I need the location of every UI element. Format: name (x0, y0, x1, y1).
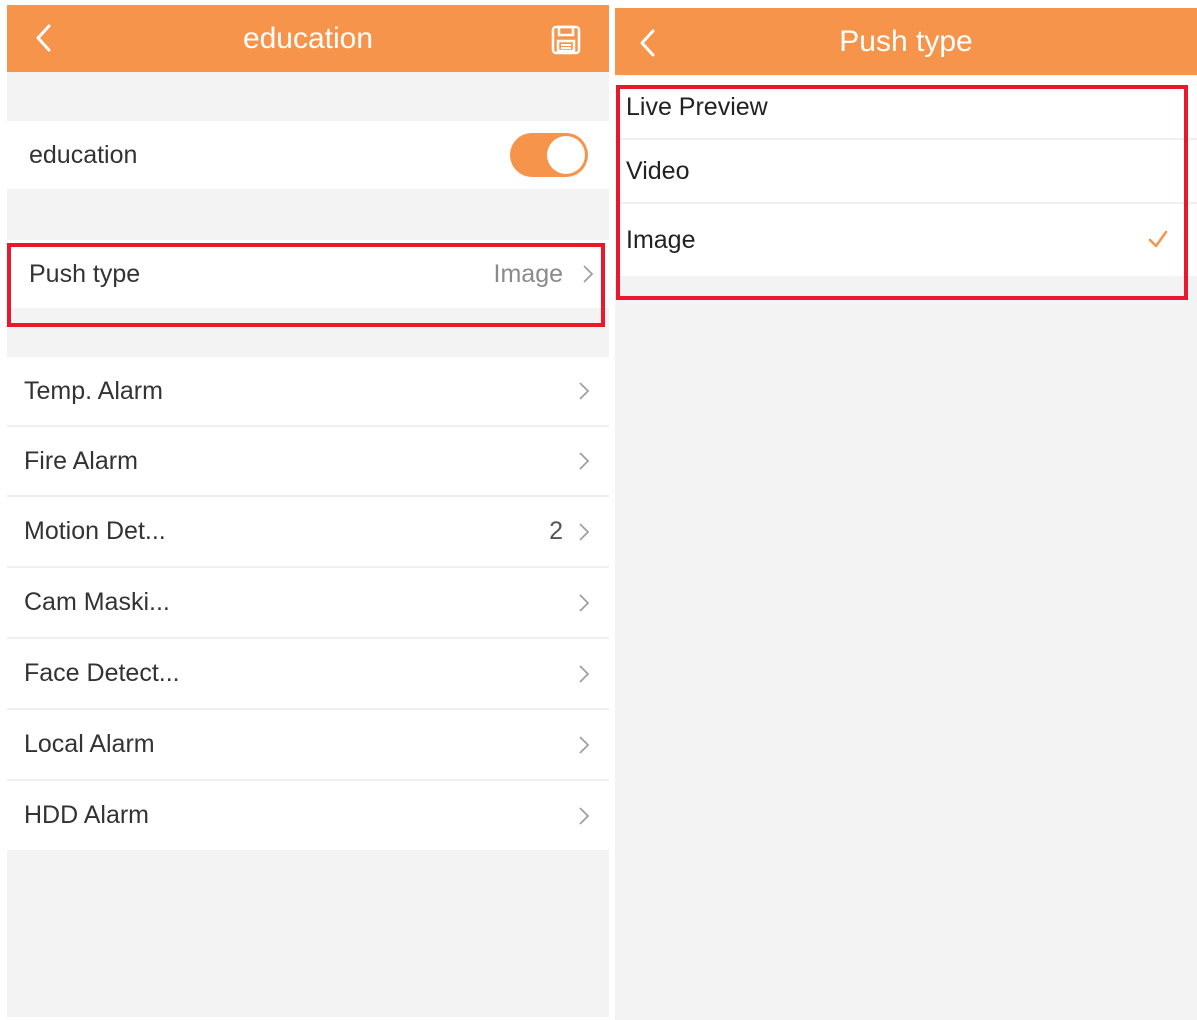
alarm-item-label: Motion Det... (24, 517, 166, 545)
checkmark-icon (1148, 230, 1168, 248)
option-row[interactable]: Image (615, 204, 1197, 276)
list-item[interactable]: Fire Alarm (7, 427, 609, 495)
option-label: Video (626, 156, 690, 185)
option-label: Image (626, 225, 696, 254)
list-item[interactable]: Cam Maski... (7, 568, 609, 637)
header-bar: education (7, 5, 609, 72)
education-toggle-row: education (7, 121, 609, 189)
option-row[interactable]: Live Preview (615, 76, 1197, 138)
alarm-item-label: Face Detect... (24, 659, 180, 687)
push-type-screen: Push type Live Preview Video Image (615, 8, 1197, 1020)
chevron-right-icon (579, 593, 590, 612)
alarm-item-count: 2 (549, 517, 563, 545)
list-item[interactable]: Motion Det... 2 (7, 497, 609, 566)
list-item[interactable]: HDD Alarm (7, 781, 609, 850)
chevron-right-icon (579, 664, 590, 683)
chevron-right-icon (579, 522, 590, 541)
chevron-right-icon (579, 452, 590, 470)
push-type-row[interactable]: Push type Image (7, 240, 609, 308)
alarm-item-label: Local Alarm (24, 730, 155, 758)
page-title: Push type (839, 25, 973, 58)
save-disk-icon[interactable] (549, 23, 583, 57)
chevron-right-icon (579, 382, 590, 400)
list-item[interactable]: Local Alarm (7, 710, 609, 779)
push-type-label: Push type (29, 259, 141, 288)
toggle-knob (547, 136, 585, 174)
chevron-right-icon (583, 265, 594, 283)
list-item[interactable]: Temp. Alarm (7, 357, 609, 425)
education-toggle-label: education (29, 140, 138, 169)
chevron-right-icon (579, 806, 590, 825)
option-label: Live Preview (626, 92, 768, 121)
education-settings-screen: education education Push type Image Temp… (7, 5, 609, 1017)
alarm-item-label: HDD Alarm (24, 801, 150, 829)
push-type-value: Image (493, 259, 563, 288)
header-bar: Push type (615, 8, 1197, 75)
page-title: education (242, 22, 374, 55)
alarm-item-label: Temp. Alarm (24, 376, 163, 405)
alarm-item-label: Cam Maski... (24, 588, 170, 616)
option-row[interactable]: Video (615, 140, 1197, 202)
list-item[interactable]: Face Detect... (7, 639, 609, 708)
education-toggle-switch[interactable] (510, 133, 588, 177)
alarm-item-label: Fire Alarm (24, 446, 138, 475)
chevron-right-icon (579, 735, 590, 754)
